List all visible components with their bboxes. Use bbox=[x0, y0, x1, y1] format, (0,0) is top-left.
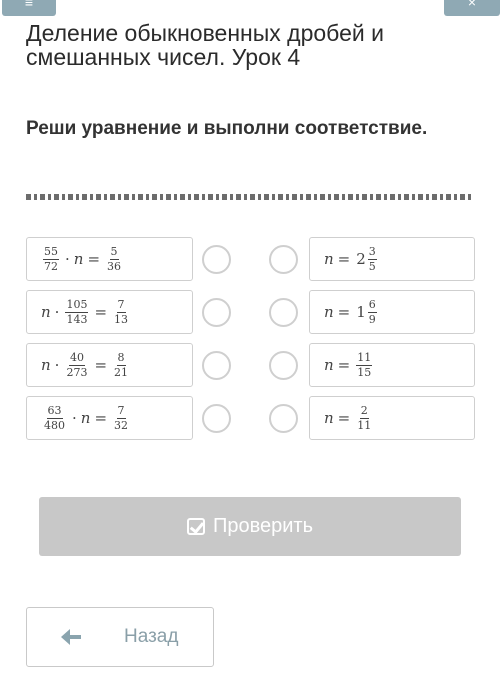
fraction: 8 21 bbox=[114, 350, 129, 379]
fraction: 35 bbox=[367, 244, 377, 273]
menu-icon: ≡ bbox=[24, 0, 34, 10]
check-button-label: Проверить bbox=[212, 515, 314, 537]
check-button[interactable]: Проверить bbox=[39, 497, 461, 556]
fraction: 55 72 bbox=[43, 244, 59, 273]
lesson-title: Деление обыкновенных дробей и смешанных … bbox=[26, 20, 384, 70]
match-row: n · 40 273 = 8 21 n = 11 15 bbox=[0, 343, 500, 387]
arrow-left-icon bbox=[61, 628, 81, 646]
fraction: 63 480 bbox=[44, 403, 65, 432]
answer-radio[interactable] bbox=[269, 351, 298, 380]
close-button[interactable]: × bbox=[444, 0, 500, 16]
match-row: 63 480 · n = 7 32 n = 2 11 bbox=[0, 396, 500, 440]
fraction: 7 32 bbox=[114, 403, 129, 432]
equation-card[interactable]: n · 40 273 = 8 21 bbox=[26, 343, 193, 387]
answer-card[interactable]: n = 11 15 bbox=[309, 343, 475, 387]
fraction: 69 bbox=[367, 297, 377, 326]
answer-radio[interactable] bbox=[269, 245, 298, 274]
fraction: 2 11 bbox=[357, 403, 372, 432]
equation-radio[interactable] bbox=[202, 404, 231, 433]
equation-card[interactable]: 63 480 · n = 7 32 bbox=[26, 396, 193, 440]
match-row: n · 105 143 = 7 13 n = 1 69 bbox=[0, 290, 500, 334]
equation-radio[interactable] bbox=[202, 351, 231, 380]
answer-radio[interactable] bbox=[269, 404, 298, 433]
back-button-label: Назад bbox=[124, 626, 179, 647]
equation-radio[interactable] bbox=[202, 245, 231, 274]
fraction: 5 36 bbox=[107, 244, 122, 273]
match-row: 55 72 · n = 5 36 n = 2 35 bbox=[0, 237, 500, 281]
answer-card[interactable]: n = 2 35 bbox=[309, 237, 475, 281]
fraction: 11 15 bbox=[356, 350, 373, 379]
task-prompt: Реши уравнение и выполни соответствие. bbox=[26, 118, 428, 139]
fraction: 7 13 bbox=[114, 297, 129, 326]
answer-card[interactable]: n = 1 69 bbox=[309, 290, 475, 334]
equation-card[interactable]: 55 72 · n = 5 36 bbox=[26, 237, 193, 281]
fraction: 40 273 bbox=[66, 350, 88, 379]
answer-card[interactable]: n = 2 11 bbox=[309, 396, 475, 440]
checkbox-check-icon bbox=[186, 518, 205, 535]
menu-button[interactable]: ≡ bbox=[2, 0, 56, 16]
equation-radio[interactable] bbox=[202, 298, 231, 327]
equation-card[interactable]: n · 105 143 = 7 13 bbox=[26, 290, 193, 334]
answer-radio[interactable] bbox=[269, 298, 298, 327]
fraction: 105 143 bbox=[65, 297, 89, 326]
back-button[interactable]: Назад bbox=[26, 607, 214, 667]
close-icon: × bbox=[467, 0, 477, 10]
section-divider bbox=[26, 194, 472, 200]
